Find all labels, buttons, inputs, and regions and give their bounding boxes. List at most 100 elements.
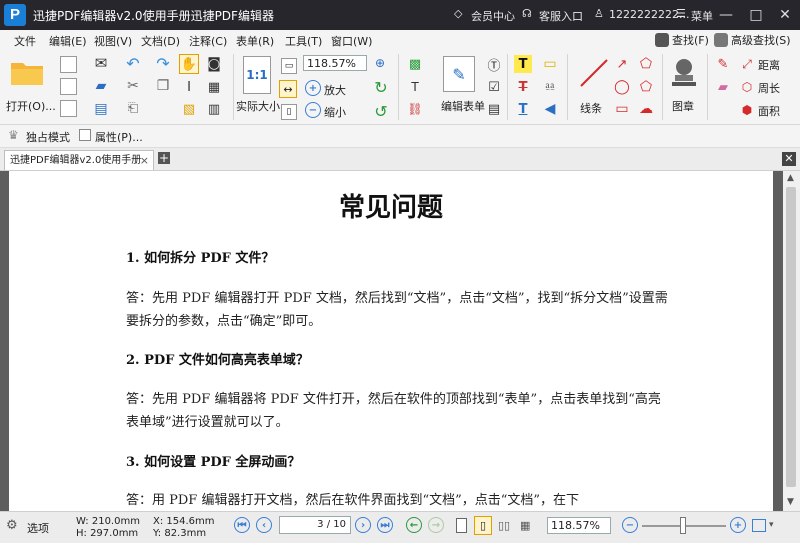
- scroll-down-icon[interactable]: ▼: [787, 497, 794, 507]
- list-field-icon[interactable]: ▤: [485, 100, 503, 118]
- continuous-page-icon[interactable]: ▯: [474, 516, 492, 535]
- zoom-out-button[interactable]: 缩小: [324, 104, 346, 120]
- page-number-input[interactable]: 3 / 10: [279, 516, 351, 534]
- lines-button[interactable]: 线条: [580, 100, 602, 116]
- menu-file[interactable]: 文件: [14, 33, 36, 49]
- actual-size-button[interactable]: 实际大小: [236, 98, 280, 114]
- select-image-icon[interactable]: ▧: [179, 100, 199, 118]
- copy-icon[interactable]: ❐: [154, 78, 172, 94]
- zoom-slider-handle[interactable]: [680, 517, 686, 534]
- save-icon[interactable]: [60, 56, 77, 73]
- open-button[interactable]: 打开(O)...: [6, 98, 56, 114]
- statusbar-dropdown-icon[interactable]: ▾: [769, 520, 774, 530]
- statusbar-zoom-out-icon[interactable]: −: [622, 517, 638, 533]
- customer-service-link[interactable]: 客服入口: [539, 8, 583, 24]
- checkbox-field-icon[interactable]: ☑: [485, 78, 503, 96]
- statusbar-zoom-in-icon[interactable]: +: [730, 517, 746, 533]
- perimeter-icon[interactable]: ⬡: [738, 79, 756, 95]
- hand-tool-icon[interactable]: ✋: [179, 54, 199, 74]
- zoom-out-icon[interactable]: −: [305, 102, 321, 118]
- find-button[interactable]: 查找(F): [655, 31, 709, 49]
- close-button[interactable]: ✕: [770, 0, 800, 30]
- main-menu-button[interactable]: 菜单: [691, 8, 713, 24]
- export-icon[interactable]: ▤: [91, 100, 111, 118]
- fit-page-icon[interactable]: ▭: [281, 58, 297, 74]
- cut-icon[interactable]: ✂: [124, 78, 142, 94]
- distance-button[interactable]: 距离: [758, 57, 780, 73]
- underline-icon[interactable]: T: [514, 100, 532, 118]
- last-page-icon[interactable]: ⏭: [377, 517, 393, 533]
- single-page-icon[interactable]: [456, 518, 467, 533]
- eraser-icon[interactable]: ▰: [714, 78, 732, 96]
- close-document-icon[interactable]: ✕: [782, 152, 796, 166]
- actual-size-icon[interactable]: 1:1: [243, 56, 271, 94]
- note-icon[interactable]: ▭: [540, 55, 560, 73]
- continuous-facing-icon[interactable]: ▦: [520, 518, 538, 533]
- page-setup-icon[interactable]: [60, 100, 77, 117]
- arrow-icon[interactable]: ↗: [613, 55, 631, 73]
- menu-edit[interactable]: 编辑(E): [49, 33, 87, 49]
- member-center-link[interactable]: 会员中心: [471, 8, 515, 24]
- fit-visible-icon[interactable]: ▯: [281, 104, 297, 120]
- area-icon[interactable]: ⬢: [738, 102, 756, 118]
- back-icon[interactable]: ←: [406, 517, 422, 533]
- first-page-icon[interactable]: ⏮: [234, 517, 250, 533]
- rotate-ccw-icon[interactable]: ↺: [372, 102, 390, 121]
- menu-comment[interactable]: 注释(C): [189, 33, 227, 49]
- minimize-button[interactable]: —: [711, 0, 741, 30]
- scan-icon[interactable]: ▰: [91, 77, 111, 95]
- sound-icon[interactable]: ◀: [540, 100, 560, 118]
- menu-view[interactable]: 视图(V): [94, 33, 132, 49]
- pencil-icon[interactable]: ✎: [714, 55, 732, 73]
- highlight-text-icon[interactable]: T: [514, 55, 532, 73]
- edit-form-button[interactable]: 编辑表单: [441, 98, 485, 114]
- scroll-up-icon[interactable]: ▲: [787, 173, 794, 183]
- polygon-icon[interactable]: ⬠: [637, 55, 655, 73]
- statusbar-zoom-select[interactable]: 118.57%: [547, 517, 611, 534]
- options-button[interactable]: 选项: [27, 520, 49, 536]
- pentagon-icon[interactable]: ⬠: [637, 78, 655, 96]
- select-text-icon[interactable]: Ⅰ: [179, 78, 199, 96]
- ellipse-icon[interactable]: ◯: [613, 78, 631, 96]
- redo-icon[interactable]: ↷: [154, 54, 172, 73]
- perimeter-button[interactable]: 周长: [758, 80, 780, 96]
- forward-icon[interactable]: →: [428, 517, 444, 533]
- add-tab-icon[interactable]: +: [158, 152, 170, 164]
- rectangle-icon[interactable]: ▭: [613, 100, 631, 118]
- menu-form[interactable]: 表单(R): [236, 33, 274, 49]
- fullscreen-icon[interactable]: [752, 519, 766, 532]
- facing-pages-icon[interactable]: ▯▯: [498, 518, 514, 533]
- exclusive-mode-button[interactable]: 独占模式: [26, 129, 70, 145]
- line-tool-icon[interactable]: [577, 56, 611, 90]
- fit-width-icon[interactable]: ↔: [279, 80, 297, 98]
- text-field-icon[interactable]: Ⓣ: [485, 55, 503, 74]
- prev-page-icon[interactable]: ‹: [256, 517, 272, 533]
- camera-icon[interactable]: ◙: [204, 55, 224, 73]
- next-page-icon[interactable]: ›: [355, 517, 371, 533]
- zoom-select[interactable]: 118.57%: [303, 55, 367, 71]
- strikeout-icon[interactable]: T: [514, 78, 532, 96]
- zoom-dropdown-icon[interactable]: ⊕: [372, 55, 388, 71]
- open-folder-icon[interactable]: [8, 56, 46, 88]
- properties-button[interactable]: 属性(P)...: [95, 129, 143, 145]
- stamp-icon[interactable]: [668, 56, 700, 90]
- print-icon[interactable]: [60, 78, 77, 95]
- zoom-in-button[interactable]: 放大: [324, 82, 346, 98]
- select-object-icon[interactable]: ▥: [204, 100, 224, 118]
- cloud-icon[interactable]: ☁: [637, 100, 655, 118]
- gear-icon[interactable]: ⚙: [6, 519, 20, 533]
- scrollbar-thumb[interactable]: [786, 187, 796, 487]
- distance-icon[interactable]: ⤢: [738, 56, 756, 72]
- maximize-button[interactable]: □: [741, 0, 771, 30]
- undo-icon[interactable]: ↶: [124, 54, 142, 73]
- zoom-in-icon[interactable]: +: [305, 80, 321, 96]
- tab-close-icon[interactable]: ×: [140, 151, 149, 170]
- stamp-button[interactable]: 图章: [672, 98, 694, 114]
- menu-window[interactable]: 窗口(W): [331, 33, 372, 49]
- clipboard-icon[interactable]: ▦: [204, 78, 224, 96]
- rotate-cw-icon[interactable]: ↻: [372, 78, 390, 97]
- text-tool-icon[interactable]: T: [405, 78, 425, 96]
- attachment-icon[interactable]: ⎂: [540, 78, 560, 96]
- image-tool-icon[interactable]: ▩: [405, 55, 425, 73]
- email-icon[interactable]: ✉: [91, 54, 111, 72]
